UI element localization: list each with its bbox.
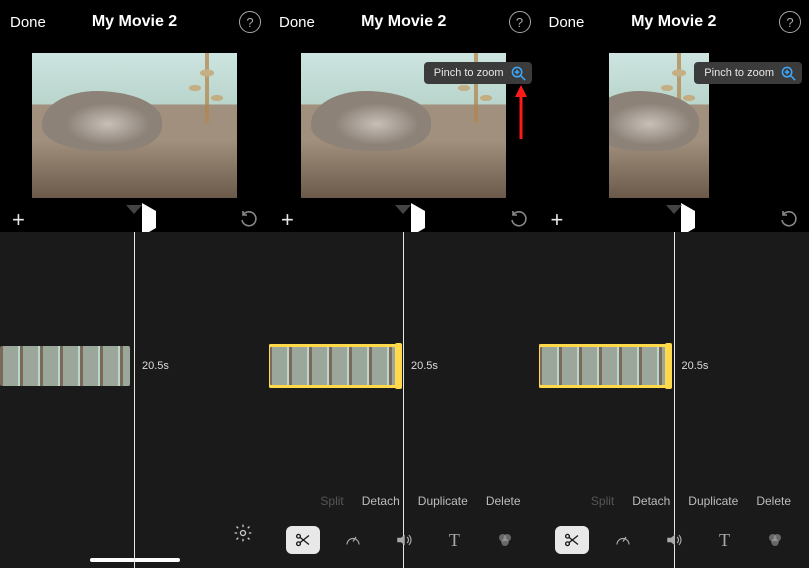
playhead[interactable] — [674, 232, 675, 568]
project-title: My Movie 2 — [361, 13, 446, 31]
undo-button[interactable] — [779, 208, 799, 233]
tool-row: T — [539, 526, 809, 554]
pinch-label: Pinch to zoom — [704, 67, 774, 79]
done-button[interactable]: Done — [10, 14, 46, 31]
tool-row: T — [269, 526, 539, 554]
pinch-label: Pinch to zoom — [434, 67, 504, 79]
play-button[interactable] — [411, 211, 425, 229]
volume-tool[interactable] — [387, 526, 421, 554]
playhead-marker — [126, 205, 142, 214]
help-button[interactable]: ? — [509, 11, 531, 33]
scissors-tool[interactable] — [286, 526, 320, 554]
pinch-to-zoom-tip[interactable]: Pinch to zoom — [424, 62, 532, 84]
clip-duration: 20.5s — [142, 360, 169, 372]
done-button[interactable]: Done — [279, 14, 315, 31]
detach-action[interactable]: Detach — [362, 494, 400, 508]
split-action: Split — [320, 494, 343, 508]
titles-tool[interactable]: T — [437, 526, 471, 554]
undo-button[interactable] — [509, 208, 529, 233]
delete-action[interactable]: Delete — [486, 494, 521, 508]
project-title: My Movie 2 — [92, 13, 177, 31]
add-media-button[interactable]: + — [12, 207, 25, 233]
playhead[interactable] — [134, 232, 135, 568]
add-media-button[interactable]: + — [551, 207, 564, 233]
video-clip-selected[interactable] — [269, 346, 397, 386]
preview-frame — [32, 53, 237, 198]
playhead-marker — [666, 205, 682, 214]
playhead[interactable] — [403, 232, 404, 568]
annotation-arrow — [512, 85, 530, 141]
speedometer-tool[interactable] — [606, 526, 640, 554]
settings-button[interactable] — [233, 523, 253, 548]
timeline[interactable]: 20.5s Split Detach Duplicate Delete T — [269, 232, 539, 568]
speedometer-tool[interactable] — [336, 526, 370, 554]
detach-action[interactable]: Detach — [632, 494, 670, 508]
imovie-screen-3: Done My Movie 2 ? Pinch to zoom + 20.5s … — [539, 0, 809, 568]
project-title: My Movie 2 — [631, 13, 716, 31]
video-clip[interactable] — [0, 346, 130, 386]
delete-action[interactable]: Delete — [756, 494, 791, 508]
magnify-plus-icon — [511, 66, 526, 81]
filters-tool[interactable] — [488, 526, 522, 554]
help-button[interactable]: ? — [779, 11, 801, 33]
pinch-to-zoom-tip[interactable]: Pinch to zoom — [694, 62, 802, 84]
help-button[interactable]: ? — [239, 11, 261, 33]
titles-tool[interactable]: T — [708, 526, 742, 554]
video-clip-selected[interactable] — [539, 346, 667, 386]
clip-duration: 20.5s — [411, 360, 438, 372]
play-button[interactable] — [142, 211, 156, 229]
split-action: Split — [591, 494, 614, 508]
volume-tool[interactable] — [657, 526, 691, 554]
duplicate-action[interactable]: Duplicate — [418, 494, 468, 508]
imovie-screen-2: Done My Movie 2 ? Pinch to zoom + 20.5s … — [269, 0, 539, 568]
timeline[interactable]: 20.5s — [0, 232, 269, 568]
scissors-tool[interactable] — [555, 526, 589, 554]
clip-duration: 20.5s — [682, 360, 709, 372]
video-preview[interactable] — [0, 46, 269, 204]
playhead-marker — [395, 205, 411, 214]
timeline[interactable]: 20.5s Split Detach Duplicate Delete T — [539, 232, 809, 568]
top-bar: Done My Movie 2 ? — [269, 0, 539, 44]
top-bar: Done My Movie 2 ? — [0, 0, 269, 44]
home-indicator — [90, 558, 180, 562]
top-bar: Done My Movie 2 ? — [539, 0, 809, 44]
add-media-button[interactable]: + — [281, 207, 294, 233]
undo-button[interactable] — [239, 208, 259, 233]
clip-edit-actions: Split Detach Duplicate Delete — [269, 494, 539, 508]
imovie-screen-1: Done My Movie 2 ? + 20.5s — [0, 0, 269, 568]
done-button[interactable]: Done — [549, 14, 585, 31]
clip-edit-actions: Split Detach Duplicate Delete — [539, 494, 809, 508]
filters-tool[interactable] — [758, 526, 792, 554]
duplicate-action[interactable]: Duplicate — [688, 494, 738, 508]
play-button[interactable] — [681, 211, 695, 229]
magnify-plus-icon — [781, 66, 796, 81]
